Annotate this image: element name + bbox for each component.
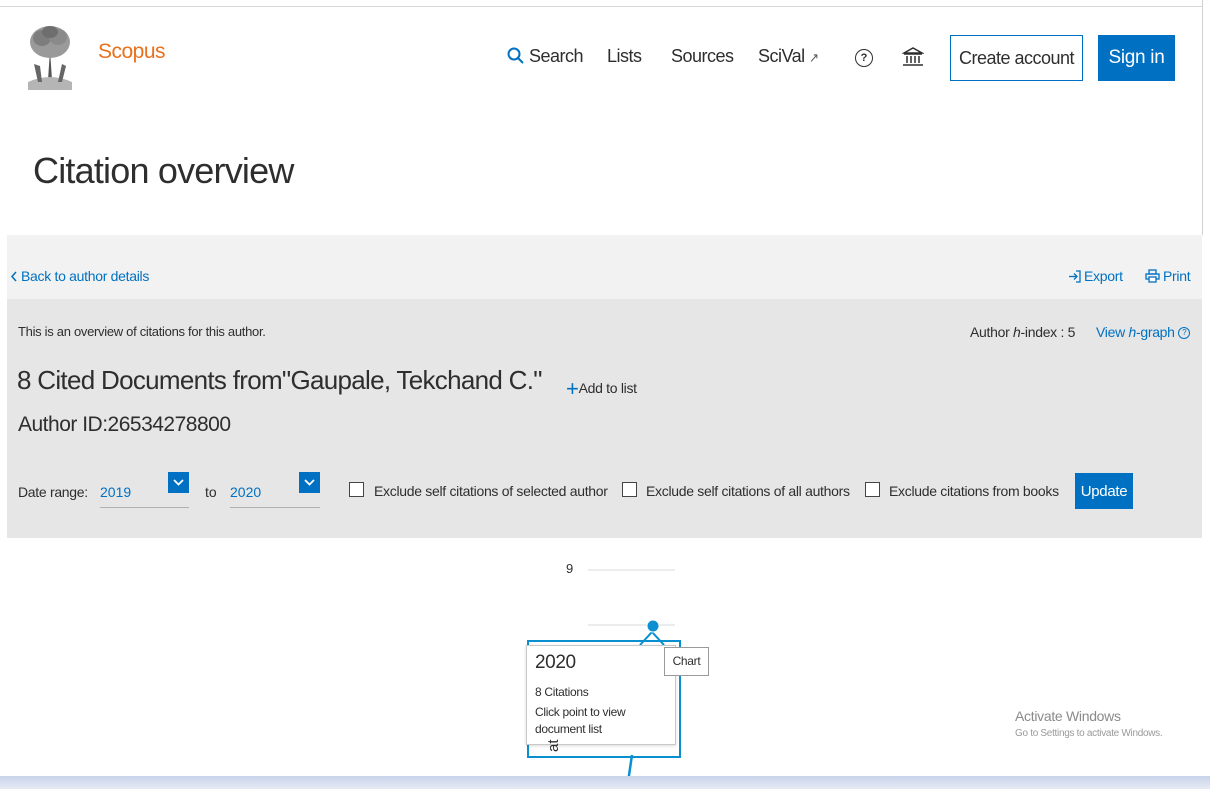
export-icon: [1069, 270, 1081, 283]
to-label: to: [205, 484, 217, 500]
h-index-value: -index : 5: [1020, 324, 1076, 340]
date-to-value: 2020: [230, 484, 262, 500]
date-from-select[interactable]: 2019: [100, 472, 189, 508]
h-index: Author h-index : 5: [970, 324, 1075, 340]
exclude-books-checkbox[interactable]: [865, 482, 880, 497]
sign-in-button[interactable]: Sign in: [1098, 35, 1175, 81]
print-label: Print: [1163, 268, 1191, 284]
page-edge-divider: [1202, 0, 1203, 235]
exclude-selected-author-label: Exclude self citations of selected autho…: [374, 483, 608, 499]
activate-windows-watermark: Activate Windows: [1015, 708, 1121, 724]
export-label: Export: [1084, 268, 1123, 284]
h-index-prefix: Author: [970, 324, 1014, 340]
data-point: [646, 619, 660, 633]
chevron-left-icon: [10, 271, 17, 282]
taskbar-edge: [0, 776, 1210, 789]
tooltip-pointer: [639, 630, 665, 646]
nav-lists[interactable]: Lists: [607, 46, 642, 67]
h-index-h: h: [1013, 324, 1021, 340]
toolbar-panel: [7, 235, 1202, 299]
date-to-select[interactable]: 2020: [230, 472, 320, 508]
nav-search-label: Search: [529, 46, 584, 66]
view-h-graph-link[interactable]: View h-graph ?: [1096, 324, 1191, 340]
help-icon[interactable]: ?: [1178, 327, 1191, 340]
nav-sources[interactable]: Sources: [671, 46, 734, 67]
tooltip-citations: 8 Citations: [535, 685, 589, 699]
exclude-books-label: Exclude citations from books: [889, 483, 1059, 499]
activate-windows-hint: Go to Settings to activate Windows.: [1015, 728, 1163, 739]
create-account-button[interactable]: Create account: [950, 35, 1083, 81]
exclude-all-authors-checkbox[interactable]: [622, 482, 637, 497]
h-graph-prefix: View: [1096, 324, 1129, 340]
elsevier-logo-icon[interactable]: [22, 20, 78, 92]
brand-name[interactable]: Scopus: [98, 40, 166, 64]
help-icon[interactable]: ?: [855, 49, 873, 67]
cited-documents-title: 8 Cited Documents from"Gaupale, Tekchand…: [17, 365, 542, 395]
exclude-selected-author-checkbox[interactable]: [349, 482, 364, 497]
y-axis-label-fragment: at: [545, 739, 562, 752]
chart-hover-tip: Chart: [664, 647, 709, 676]
plus-icon: +: [566, 376, 579, 401]
chevron-down-icon: [299, 472, 320, 493]
update-button[interactable]: Update: [1075, 473, 1133, 509]
nav-scival-label: SciVal: [758, 46, 805, 66]
y-tick-label: 9: [566, 561, 573, 576]
chart-tooltip[interactable]: 2020 8 Citations Click point to view doc…: [526, 645, 676, 745]
top-header: Scopus Search Lists Sources SciVal ↗ ? C…: [0, 0, 1202, 120]
add-to-list-label: Add to list: [578, 380, 637, 396]
external-link-icon: ↗: [809, 50, 819, 65]
tooltip-year: 2020: [535, 652, 576, 673]
nav-scival[interactable]: SciVal ↗: [758, 46, 819, 67]
back-to-author-link[interactable]: Back to author details: [10, 268, 149, 284]
add-to-list-button[interactable]: +Add to list: [566, 376, 637, 402]
search-icon: [507, 47, 524, 64]
top-divider: [0, 6, 1202, 7]
date-from-value: 2019: [100, 484, 132, 500]
h-graph-h: h: [1128, 324, 1136, 340]
h-graph-suffix: -graph: [1135, 324, 1175, 340]
back-to-author-label: Back to author details: [21, 268, 150, 284]
tooltip-hint: Click point to view document list: [535, 705, 626, 736]
overview-text: This is an overview of citations for thi…: [18, 324, 266, 339]
export-link[interactable]: Export: [1068, 268, 1123, 284]
author-id: Author ID:26534278800: [18, 413, 231, 436]
nav-search[interactable]: Search: [507, 46, 584, 67]
institution-icon[interactable]: [902, 46, 924, 68]
page-title: Citation overview: [33, 150, 294, 191]
exclude-all-authors-label: Exclude self citations of all authors: [646, 483, 850, 499]
date-range-label: Date range:: [18, 484, 88, 500]
chevron-down-icon: [168, 472, 189, 493]
print-icon: [1145, 269, 1160, 283]
print-link[interactable]: Print: [1145, 268, 1191, 284]
